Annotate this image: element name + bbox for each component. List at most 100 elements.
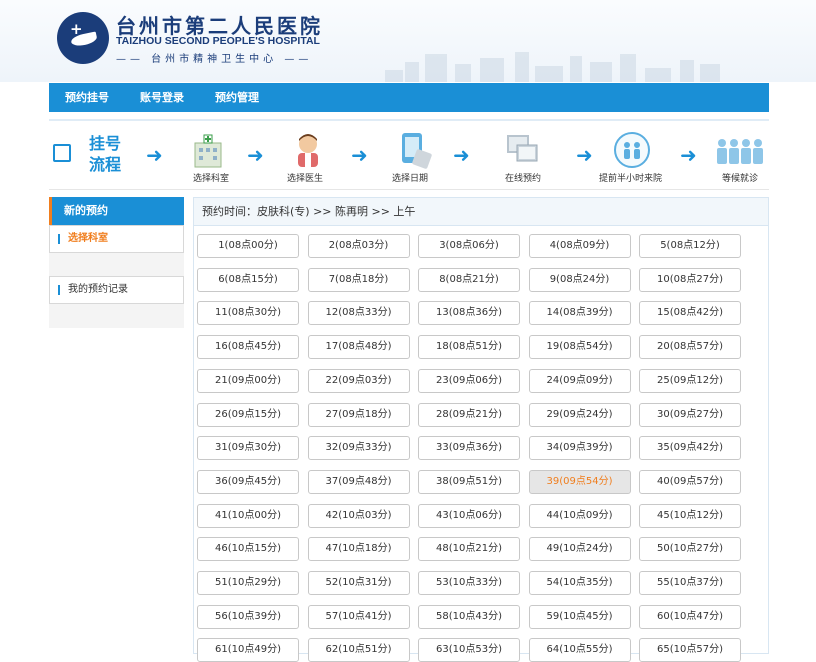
nav-item-book[interactable]: 预约挂号 — [65, 83, 109, 112]
hospital-logo-icon: + — [57, 12, 109, 64]
time-slot-button[interactable]: 49(10点24分) — [528, 537, 631, 562]
sidebar-header: 新的预约 — [49, 197, 184, 225]
time-slot-button[interactable]: 13(08点36分) — [418, 301, 520, 326]
time-slot-button[interactable]: 46(10点15分) — [197, 537, 299, 562]
marker-bar — [58, 234, 60, 244]
flow-step-wait: 等候就诊 — [712, 121, 769, 187]
time-slot-button[interactable]: 57(10点41分) — [307, 604, 410, 629]
time-slot-button[interactable]: 17(08点48分) — [307, 335, 410, 360]
time-slot-button[interactable]: 54(10点35分) — [528, 571, 631, 595]
time-slot-button[interactable]: 24(09点09分) — [528, 368, 631, 393]
time-slot-button[interactable]: 1(08点00分) — [197, 234, 299, 258]
time-slot-button[interactable]: 5(08点12分) — [639, 234, 741, 258]
time-slot-button[interactable]: 10(08点27分) — [639, 267, 741, 292]
flow-step-date: 选择日期 — [392, 121, 452, 187]
time-slot-button[interactable]: 12(08点33分) — [307, 301, 410, 326]
marker-bar — [58, 285, 60, 295]
time-slot-button[interactable]: 64(10点55分) — [528, 638, 631, 662]
main-nav: 预约挂号 账号登录 预约管理 — [49, 83, 769, 112]
flow-step-doctor: 选择医生 — [287, 121, 357, 187]
time-slot-button[interactable]: 15(08点42分) — [639, 301, 741, 326]
time-slot-button[interactable]: 4(08点09分) — [528, 234, 631, 258]
time-slot-button[interactable]: 37(09点48分) — [307, 469, 410, 494]
arrow-right-icon: ➜ — [576, 143, 593, 167]
time-slot-button[interactable]: 38(09点51分) — [418, 469, 520, 494]
time-slot-button[interactable]: 27(09点18分) — [307, 402, 410, 427]
time-slot-button[interactable]: 21(09点00分) — [197, 368, 299, 393]
hospital-building-icon — [194, 134, 222, 168]
computer-icon — [507, 135, 538, 162]
time-slot-button[interactable]: 41(10点00分) — [197, 503, 299, 528]
flow-step-arrive: 提前半小时来院 — [597, 121, 677, 187]
time-slot-button[interactable]: 6(08点15分) — [197, 267, 299, 292]
doctor-icon — [298, 134, 318, 167]
time-slot-button[interactable]: 32(09点33分) — [307, 436, 410, 461]
time-slot-button[interactable]: 7(08点18分) — [307, 267, 410, 292]
time-slot-button[interactable]: 2(08点03分) — [307, 234, 410, 258]
time-slot-button[interactable]: 34(09点39分) — [528, 436, 631, 461]
time-slot-button[interactable]: 28(09点21分) — [418, 402, 520, 427]
time-slot-button[interactable]: 58(10点43分) — [418, 604, 520, 629]
waiting-people-icon — [717, 139, 763, 164]
time-slot-button[interactable]: 62(10点51分) — [307, 638, 410, 662]
time-slot-button[interactable]: 36(09点45分) — [197, 469, 299, 494]
time-slot-button[interactable]: 22(09点03分) — [307, 368, 410, 393]
time-slot-button[interactable]: 40(09点57分) — [639, 469, 741, 494]
time-slot-button[interactable]: 8(08点21分) — [418, 267, 520, 292]
time-slot-button[interactable]: 56(10点39分) — [197, 604, 299, 629]
hospital-name-en: TAIZHOU SECOND PEOPLE'S HOSPITAL — [116, 35, 320, 47]
time-slot-button[interactable]: 29(09点24分) — [528, 402, 631, 427]
time-slot-button[interactable]: 42(10点03分) — [307, 503, 410, 528]
time-slot-button[interactable]: 39(09点54分) — [528, 469, 631, 494]
skyline-decoration — [385, 50, 785, 82]
arrow-right-icon: ➜ — [146, 143, 163, 167]
arrow-right-icon: ➜ — [453, 143, 470, 167]
time-slot-button[interactable]: 50(10点27分) — [639, 537, 741, 562]
flow-step-online: 在线预约 — [497, 121, 557, 187]
sidebar-item-select-dept[interactable]: 选择科室 — [49, 225, 184, 253]
speaker-icon — [53, 144, 71, 162]
time-slot-button[interactable]: 51(10点29分) — [197, 571, 299, 595]
arrow-right-icon: ➜ — [680, 143, 697, 167]
breadcrumb: 预约时间：皮肤科(专) >> 陈再明 >> 上午 — [194, 198, 768, 226]
time-slot-button[interactable]: 55(10点37分) — [639, 571, 741, 595]
time-slot-button[interactable]: 35(09点42分) — [639, 436, 741, 461]
time-slot-button[interactable]: 53(10点33分) — [418, 571, 520, 595]
time-slot-button[interactable]: 31(09点30分) — [197, 436, 299, 461]
time-slot-button[interactable]: 16(08点45分) — [197, 335, 299, 360]
sidebar-item-my-records[interactable]: 我的预约记录 — [49, 276, 184, 304]
time-slot-button[interactable]: 43(10点06分) — [418, 503, 520, 528]
time-slot-button[interactable]: 52(10点31分) — [307, 571, 410, 595]
time-slot-button[interactable]: 45(10点12分) — [639, 503, 741, 528]
time-slot-button[interactable]: 60(10点47分) — [639, 604, 741, 629]
content-panel: 预约时间：皮肤科(专) >> 陈再明 >> 上午 1(08点00分) 2(08点0… — [193, 197, 769, 662]
time-slot-button[interactable]: 20(08点57分) — [639, 335, 741, 360]
arrow-right-icon: ➜ — [247, 143, 264, 167]
time-slot-button[interactable]: 48(10点21分) — [418, 537, 520, 562]
time-slot-button[interactable]: 47(10点18分) — [307, 537, 410, 562]
time-slot-button[interactable]: 25(09点12分) — [639, 368, 741, 393]
time-slot-button[interactable]: 61(10点49分) — [197, 638, 299, 662]
time-slot-button[interactable]: 33(09点36分) — [418, 436, 520, 461]
people-circle-icon — [614, 132, 650, 168]
calendar-icon — [402, 133, 432, 169]
time-slot-button[interactable]: 14(08点39分) — [528, 301, 631, 326]
site-header: + 台州市第二人民医院 TAIZHOU SECOND PEOPLE'S HOSP… — [0, 0, 816, 82]
sidebar: 新的预约 选择科室 我的预约记录 — [49, 197, 184, 328]
time-slot-button[interactable]: 18(08点51分) — [418, 335, 520, 360]
nav-item-manage[interactable]: 预约管理 — [215, 83, 259, 112]
nav-item-login[interactable]: 账号登录 — [140, 83, 184, 112]
time-slot-button[interactable]: 9(08点24分) — [528, 267, 631, 292]
arrow-right-icon: ➜ — [351, 143, 368, 167]
time-slot-button[interactable]: 3(08点06分) — [418, 234, 520, 258]
time-slot-button[interactable]: 11(08点30分) — [197, 301, 299, 326]
time-slot-button[interactable]: 30(09点27分) — [639, 402, 741, 427]
time-slot-button[interactable]: 63(10点53分) — [418, 638, 520, 662]
time-slot-button[interactable]: 65(10点57分) — [639, 638, 741, 662]
time-slot-button[interactable]: 26(09点15分) — [197, 402, 299, 427]
time-slot-button[interactable]: 23(09点06分) — [418, 368, 520, 393]
time-slot-button[interactable]: 44(10点09分) — [528, 503, 631, 528]
time-slot-button[interactable]: 59(10点45分) — [528, 604, 631, 629]
hospital-subtitle: —— 台州市精神卫生中心 —— — [116, 54, 313, 65]
time-slot-button[interactable]: 19(08点54分) — [528, 335, 631, 360]
